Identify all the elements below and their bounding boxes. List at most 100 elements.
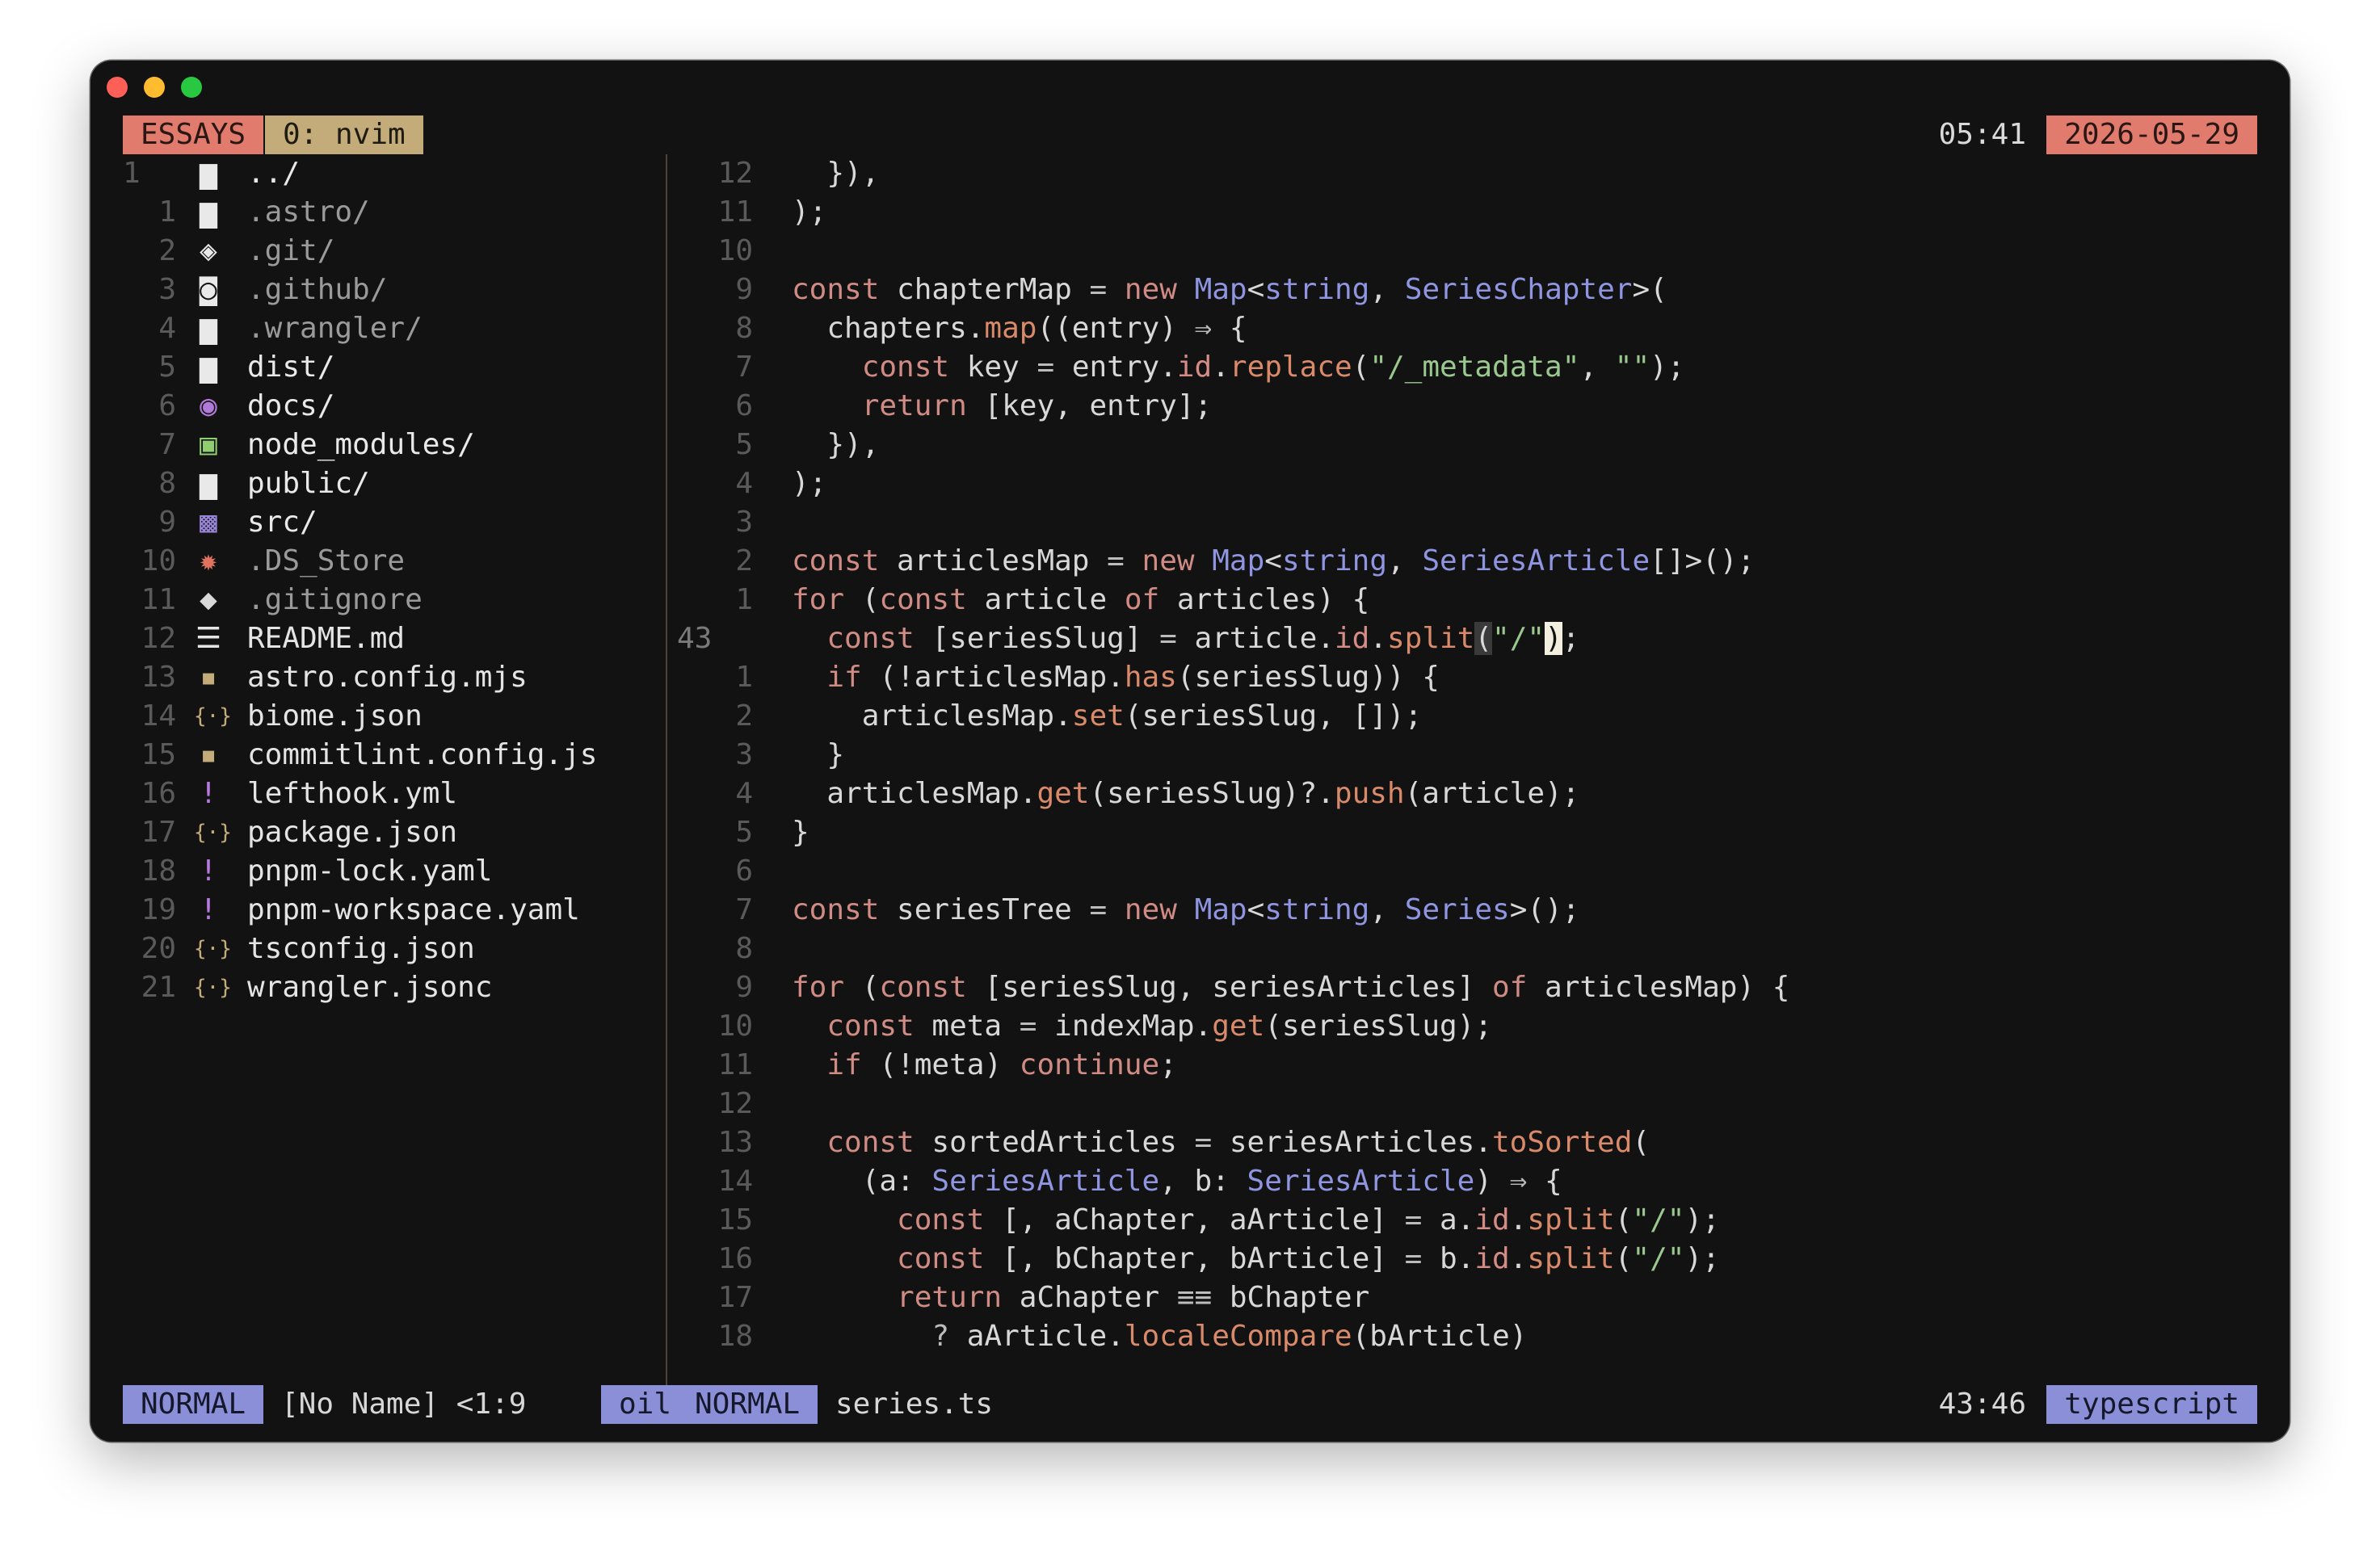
code-line[interactable]: if (!meta) continue; bbox=[792, 1046, 1177, 1085]
relative-line-number: 11 bbox=[717, 195, 753, 229]
code-line[interactable]: const [, bChapter, bArticle] = b.id.spli… bbox=[792, 1240, 1720, 1279]
file-name[interactable]: ../ bbox=[247, 154, 300, 193]
code-line[interactable]: return aChapter ≡≡ bChapter bbox=[792, 1279, 1369, 1317]
code-token: entry. bbox=[1054, 351, 1177, 384]
pane-divider[interactable] bbox=[666, 154, 667, 1424]
code-token: Map bbox=[1194, 893, 1247, 926]
file-name[interactable]: .DS_Store bbox=[247, 542, 405, 581]
code-line[interactable]: } bbox=[792, 736, 844, 775]
file-name[interactable]: astro.config.mjs bbox=[247, 658, 528, 697]
close-window-dot[interactable] bbox=[107, 77, 128, 98]
tmux-window-tab[interactable]: 0: nvim bbox=[265, 115, 423, 154]
tmux-session-name[interactable]: ESSAYS bbox=[123, 115, 264, 154]
left-mode-indicator: NORMAL bbox=[123, 1385, 264, 1424]
code-token: { bbox=[1527, 1165, 1562, 1198]
code-token: articles) { bbox=[1159, 583, 1370, 616]
line-number: 9 bbox=[158, 506, 176, 539]
code-line[interactable]: const [, aChapter, aArticle] = a.id.spli… bbox=[792, 1201, 1720, 1240]
code-line[interactable]: const articlesMap = new Map<string, Seri… bbox=[792, 542, 1755, 581]
code-token: ( bbox=[844, 971, 880, 1004]
file-name[interactable]: .astro/ bbox=[247, 193, 370, 232]
code-token: return bbox=[897, 1281, 1003, 1314]
line-number: 14 bbox=[141, 699, 176, 733]
relative-line-number: 10 bbox=[717, 234, 753, 267]
code-line[interactable]: return [key, entry]; bbox=[792, 387, 1212, 426]
code-line[interactable]: chapters.map((entry) ⇒ { bbox=[792, 309, 1247, 348]
file-name[interactable]: src/ bbox=[247, 503, 317, 542]
code-token: (seriesSlug, []); bbox=[1124, 699, 1423, 733]
code-token: ( bbox=[844, 583, 880, 616]
code-token: []>(); bbox=[1650, 544, 1756, 577]
code-token: articlesMap bbox=[879, 544, 1108, 577]
file-name[interactable]: dist/ bbox=[247, 348, 334, 387]
code-line[interactable]: if (!articlesMap.has(seriesSlug)) { bbox=[792, 658, 1440, 697]
current-line-number: 43 bbox=[677, 622, 713, 655]
minimize-window-dot[interactable] bbox=[144, 77, 165, 98]
code-token: ); bbox=[1650, 351, 1685, 384]
code-token: }), bbox=[792, 157, 880, 190]
file-name[interactable]: node_modules/ bbox=[247, 426, 475, 464]
code-token: push bbox=[1334, 777, 1405, 810]
file-name[interactable]: pnpm-workspace.yaml bbox=[247, 891, 580, 930]
code-token: , bbox=[1579, 351, 1615, 384]
code-line[interactable]: const sortedArticles = seriesArticles.to… bbox=[792, 1123, 1650, 1162]
code-token: id bbox=[1474, 1203, 1510, 1237]
code-line[interactable]: articlesMap.get(seriesSlug)?.push(articl… bbox=[792, 775, 1579, 813]
code-line[interactable]: }), bbox=[792, 426, 879, 464]
code-token: (bArticle) bbox=[1352, 1320, 1528, 1353]
file-name[interactable]: public/ bbox=[247, 464, 370, 503]
file-name[interactable]: .wrangler/ bbox=[247, 309, 423, 348]
code-token: has bbox=[1124, 661, 1177, 694]
file-name[interactable]: README.md bbox=[247, 619, 405, 658]
code-line[interactable]: ); bbox=[792, 193, 826, 232]
file-name[interactable]: wrangler.jsonc bbox=[247, 968, 492, 1007]
code-line[interactable]: }), bbox=[792, 154, 879, 193]
file-name[interactable]: commitlint.config.js bbox=[247, 736, 597, 775]
code-line[interactable]: ); bbox=[792, 464, 826, 503]
code-line[interactable]: for (const [seriesSlug, seriesArticles] … bbox=[792, 968, 1789, 1007]
file-name[interactable]: .github/ bbox=[247, 271, 387, 309]
code-line[interactable]: const seriesTree = new Map<string, Serie… bbox=[792, 891, 1579, 930]
relative-line-number: 6 bbox=[735, 854, 753, 888]
code-line[interactable]: const chapterMap = new Map<string, Serie… bbox=[792, 271, 1667, 309]
git-icon: ◆ bbox=[200, 583, 217, 616]
zoom-window-dot[interactable] bbox=[181, 77, 202, 98]
relative-line-number: 5 bbox=[735, 428, 753, 461]
right-filename: series.ts bbox=[835, 1388, 994, 1421]
code-line[interactable]: const key = entry.id.replace("/_metadata… bbox=[792, 348, 1685, 387]
relative-line-number: 16 bbox=[717, 1242, 753, 1275]
code-token: ⇒ bbox=[1509, 1165, 1528, 1198]
code-token: . bbox=[1212, 351, 1230, 384]
code-line[interactable]: ? aArticle.localeCompare(bArticle) bbox=[792, 1317, 1527, 1356]
file-name[interactable]: pnpm-lock.yaml bbox=[247, 852, 492, 891]
relative-line-number: 14 bbox=[717, 1165, 753, 1198]
code-line[interactable]: for (const article of articles) { bbox=[792, 581, 1369, 619]
line-number: 15 bbox=[141, 738, 176, 771]
code-line[interactable]: } bbox=[792, 813, 809, 852]
file-name[interactable]: tsconfig.json bbox=[247, 930, 475, 968]
code-token: , bbox=[1369, 273, 1405, 306]
file-name[interactable]: .git/ bbox=[247, 232, 334, 271]
file-name[interactable]: docs/ bbox=[247, 387, 334, 426]
file-name[interactable]: .gitignore bbox=[247, 581, 423, 619]
code-token: ); bbox=[1684, 1203, 1720, 1237]
json-icon: {·} bbox=[194, 976, 232, 1000]
code-line[interactable]: articlesMap.set(seriesSlug, []); bbox=[792, 697, 1423, 736]
code-token: ( bbox=[1614, 1203, 1633, 1237]
file-name[interactable]: biome.json bbox=[247, 697, 423, 736]
line-number: 4 bbox=[158, 312, 176, 345]
folder-icon: ▆ bbox=[200, 312, 217, 345]
file-name[interactable]: package.json bbox=[247, 813, 457, 852]
file-name[interactable]: lefthook.yml bbox=[247, 775, 457, 813]
code-line-current[interactable]: const [seriesSlug] = article.id.split("/… bbox=[792, 619, 1579, 658]
code-line[interactable]: (a: SeriesArticle, b: SeriesArticle) ⇒ { bbox=[792, 1162, 1562, 1201]
code-line[interactable]: const meta = indexMap.get(seriesSlug); bbox=[792, 1007, 1492, 1046]
code-token: >(); bbox=[1509, 893, 1580, 926]
